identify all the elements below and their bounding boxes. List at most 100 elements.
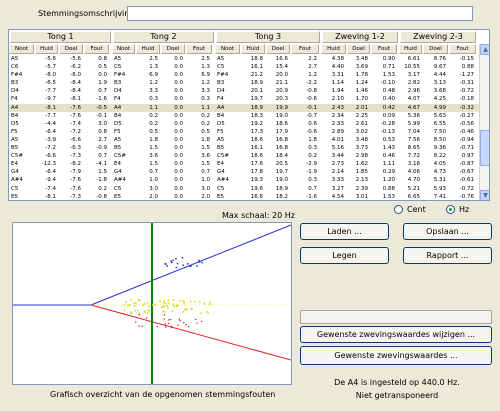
- value-cell: 1.9: [98, 80, 107, 87]
- value-cell: 1.5: [201, 145, 210, 152]
- deviation-point: [198, 301, 201, 303]
- value-cell: -0.67: [459, 169, 474, 176]
- rapport-button[interactable]: Rapport ...: [403, 247, 492, 264]
- note-cell: F5: [11, 128, 18, 135]
- value-cell: 2.89: [331, 128, 344, 135]
- legen-button[interactable]: Legen: [300, 247, 389, 264]
- value-cell: 0.0: [174, 161, 183, 168]
- column-header: Doel: [59, 44, 83, 54]
- scroll-up-icon[interactable]: ▲: [480, 44, 489, 55]
- value-cell: 0.3: [149, 96, 158, 103]
- note-cell: A4: [11, 104, 19, 111]
- table-row[interactable]: D4 -7.7 -8.4 0.7 D4 3.3 0.0 3.3 D4 20.1 20.9 -0.8 1.…: [9, 87, 479, 95]
- value-cell: 3.48: [355, 56, 368, 62]
- value-cell: 4.38: [331, 56, 344, 62]
- deviation-point: [142, 304, 144, 307]
- scroll-thumb[interactable]: [480, 130, 489, 166]
- deviation-point: [146, 302, 149, 304]
- deviation-point-low: [183, 321, 185, 324]
- note-cell: F5: [217, 128, 224, 135]
- value-cell: 5.16: [331, 145, 344, 152]
- value-cell: -0.71: [459, 145, 474, 152]
- value-cell: 0.5: [149, 128, 158, 135]
- table-row[interactable]: E4 -12.3 -8.2 -4.1 E4 1.5 0.0 1.5 E4 17.6 20.5 -2.9…: [9, 160, 479, 168]
- note-cell: B5: [114, 145, 122, 152]
- value-cell: 21.2: [250, 72, 263, 79]
- value-cell: 18.6: [250, 153, 263, 160]
- table-row[interactable]: F4 -9.7 -8.1 -1.6 F4 0.3 0.0 0.3 F4 19.7 20.3 -0.6 2…: [9, 95, 479, 103]
- table-row[interactable]: C5# -6.6 -7.3 0.7 C5# 3.6 0.0 3.6 C5# 18.6 18.4 0.2…: [9, 152, 479, 160]
- value-cell: 9.67: [433, 64, 446, 71]
- value-cell: 3.3: [201, 88, 210, 95]
- value-cell: 8.50: [433, 136, 446, 143]
- table-row[interactable]: E5 -8.1 -7.3 -0.8 E5 2.0 0.0 2.0 E5 16.6 18.2 -1.6 4…: [9, 193, 479, 200]
- value-cell: -6.4: [45, 128, 56, 135]
- deviation-point: [206, 311, 208, 313]
- tuning-grid[interactable]: Tong 1 Tong 2 Tong 3 Zweving 1-2 Zweving…: [8, 29, 490, 201]
- value-cell: 0.48: [382, 88, 395, 95]
- value-cell: -0.32: [459, 104, 474, 111]
- value-cell: -0.18: [459, 96, 474, 103]
- description-input[interactable]: [127, 6, 473, 21]
- value-cell: -6.3: [70, 145, 81, 152]
- lower-tolerance-line: [90, 304, 292, 361]
- table-row[interactable]: F5 -6.4 -7.2 0.8 F5 0.5 0.0 0.5 F5 17.3 17.9 -0.6 2.…: [9, 128, 479, 136]
- radio-cent[interactable]: [394, 205, 403, 214]
- note-cell: G4: [217, 169, 225, 176]
- deviation-point: [203, 302, 206, 305]
- deviation-point: [182, 311, 184, 313]
- value-cell: -6.6: [45, 153, 56, 160]
- opslaan-button[interactable]: Opslaan ...: [403, 223, 492, 240]
- note-cell: C5: [217, 185, 225, 192]
- deviation-point-low: [164, 323, 166, 325]
- grid-vscroll[interactable]: ▲ ▼: [479, 44, 489, 200]
- table-row[interactable]: B4 -7.7 -7.6 -0.1 B4 0.2 0.0 0.2 B4 18.3 19.0 -0.7 2…: [9, 112, 479, 120]
- table-row[interactable]: A4 -8.1 -7.6 -0.5 A4 1.1 0.0 1.1 A4 18.9 19.9 -0.1 2…: [9, 103, 479, 112]
- value-cell: -0.13: [380, 128, 395, 135]
- value-cell: 7.04: [407, 128, 420, 135]
- zwevingswaardes-button[interactable]: Gewenste zwevingswaardes ...: [300, 346, 492, 365]
- value-cell: 0.5: [98, 64, 107, 71]
- table-row[interactable]: D5 -4.4 -7.4 3.0 D5 0.2 0.0 0.2 D5 19.2 18.6 0.6 2.3…: [9, 120, 479, 128]
- table-row[interactable]: G4 -6.4 -7.9 1.5 G4 0.7 0.0 0.7 G4 17.8 19.7 -1.9 2.…: [9, 168, 479, 176]
- value-cell: -9.4: [45, 177, 56, 184]
- value-cell: 3.3: [149, 88, 158, 95]
- value-cell: 19.9: [275, 104, 288, 111]
- note-cell: C5#: [11, 153, 23, 160]
- value-cell: 20.0: [275, 72, 288, 79]
- table-row[interactable]: A5 -3.9 -6.6 2.7 A5 1.8 0.0 1.8 A5 18.6 16.8 1.8 4.0…: [9, 136, 479, 144]
- value-cell: 3.18: [407, 161, 420, 168]
- value-cell: 0.40: [382, 96, 395, 103]
- deviation-point: [152, 304, 154, 306]
- value-cell: 2.5: [149, 56, 158, 62]
- table-row[interactable]: C5 -7.4 -7.6 0.2 C5 3.0 0.0 3.0 C5 19.6 18.9 0.7 3.2…: [9, 185, 479, 193]
- value-cell: 3.69: [355, 64, 368, 71]
- table-row[interactable]: A5 -5.6 -5.6 0.8 A5 2.5 0.0 2.5 A5 18.8 16.6 2.2 4.3…: [9, 55, 479, 63]
- radio-hz[interactable]: [446, 205, 455, 214]
- table-row[interactable]: F#4 -8.0 -8.0 0.0 F#4 6.9 0.0 6.9 F#4 21.2 20.0 1.2…: [9, 71, 479, 79]
- table-row[interactable]: B5 -7.2 -6.3 -0.9 B5 1.5 0.0 1.5 B5 16.1 16.8 0.3 5.…: [9, 144, 479, 152]
- deviation-point: [137, 299, 140, 301]
- table-row[interactable]: B3 -6.5 -8.4 1.9 B3 1.2 0.0 1.2 B3 18.9 21.1 -2.2 1.…: [9, 79, 479, 87]
- value-cell: 0.0: [174, 104, 183, 111]
- table-row[interactable]: A#4 -9.4 -7.6 -1.8 A#4 1.0 0.0 1.0 A#4 19.3 19.0 0.…: [9, 176, 479, 184]
- value-cell: 2.82: [407, 80, 420, 87]
- note-cell: C5: [114, 64, 122, 71]
- value-cell: 0.88: [461, 64, 474, 71]
- value-cell: 18.8: [250, 56, 263, 62]
- value-cell: 0.6: [308, 120, 317, 127]
- table-row[interactable]: C6 -5.7 -6.2 0.5 C5 1.3 0.0 1.3 C5 16.1 15.4 2.7 4.4…: [9, 63, 479, 71]
- value-cell: -8.0: [70, 72, 81, 79]
- value-cell: 2.98: [355, 153, 368, 160]
- radio-cent-label: Cent: [407, 205, 426, 214]
- note-cell: D4: [217, 88, 225, 95]
- zwevingswaardes-wijzigen-button[interactable]: Gewenste zwevingswaardes wijzigen ...: [300, 326, 492, 343]
- column-header: Noot: [215, 44, 240, 54]
- laden-button[interactable]: Laden ...: [300, 223, 389, 240]
- deviation-point-high: [181, 257, 184, 259]
- value-cell: 17.3: [250, 128, 263, 135]
- scroll-down-icon[interactable]: ▼: [480, 190, 489, 200]
- value-cell: 0.09: [382, 112, 395, 119]
- deviation-point-low: [146, 317, 148, 319]
- value-cell: -0.31: [459, 80, 474, 87]
